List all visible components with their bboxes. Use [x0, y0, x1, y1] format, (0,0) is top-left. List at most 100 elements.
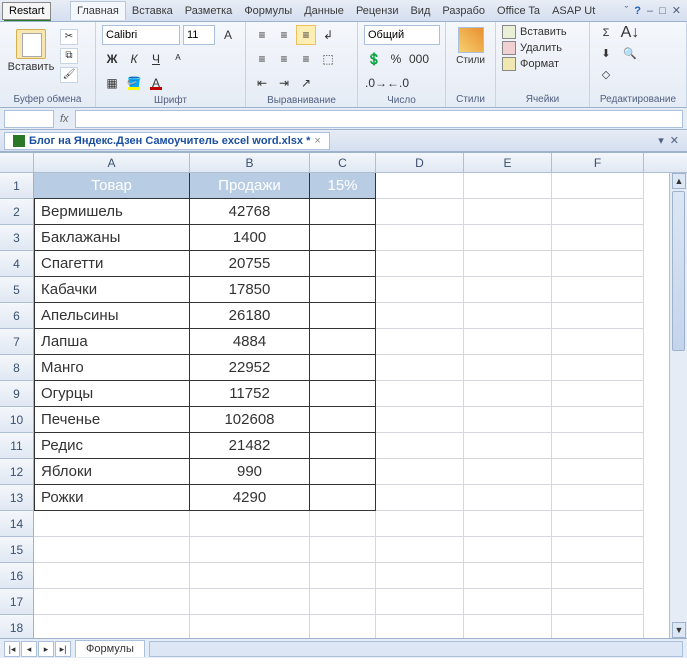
align-bottom-icon[interactable]: ≡: [296, 25, 316, 45]
cell[interactable]: [552, 563, 644, 589]
insert-cells-button[interactable]: Вставить: [502, 25, 567, 39]
cell[interactable]: Товар: [34, 173, 190, 199]
font-name-select[interactable]: [102, 25, 180, 45]
cell[interactable]: [376, 459, 464, 485]
font-color-button[interactable]: A: [146, 73, 166, 93]
sheet-nav-first-icon[interactable]: |◂: [4, 641, 20, 657]
select-all-corner[interactable]: [0, 153, 34, 172]
format-cells-button[interactable]: Формат: [502, 57, 567, 71]
name-box[interactable]: [4, 110, 54, 128]
cell[interactable]: [464, 511, 552, 537]
row-header[interactable]: 12: [0, 459, 34, 485]
cell[interactable]: [552, 277, 644, 303]
cell[interactable]: Кабачки: [34, 277, 190, 303]
percent-icon[interactable]: %: [386, 49, 406, 69]
cell[interactable]: [310, 329, 376, 355]
cell[interactable]: [310, 589, 376, 615]
collapse-ribbon-icon[interactable]: ˇ: [625, 5, 629, 17]
cell[interactable]: [464, 615, 552, 638]
cell[interactable]: [190, 511, 310, 537]
styles-button[interactable]: Стили: [452, 25, 489, 92]
cell[interactable]: [376, 511, 464, 537]
cell[interactable]: 21482: [190, 433, 310, 459]
increase-decimal-icon[interactable]: .0→: [364, 73, 384, 93]
window-restore-icon[interactable]: □: [659, 5, 666, 17]
cell[interactable]: [464, 381, 552, 407]
row-header[interactable]: 7: [0, 329, 34, 355]
cell[interactable]: [34, 537, 190, 563]
row-header[interactable]: 4: [0, 251, 34, 277]
cell[interactable]: [552, 173, 644, 199]
tab-formulas[interactable]: Формулы: [238, 2, 298, 20]
cell[interactable]: [310, 407, 376, 433]
cell[interactable]: Лапша: [34, 329, 190, 355]
cell[interactable]: 26180: [190, 303, 310, 329]
italic-button[interactable]: К: [124, 49, 144, 69]
cell[interactable]: [552, 615, 644, 638]
autosum-icon[interactable]: Σ: [596, 25, 616, 43]
cell[interactable]: Яблоки: [34, 459, 190, 485]
cell[interactable]: [310, 511, 376, 537]
scroll-up-arrow[interactable]: ▲: [672, 173, 686, 189]
document-tab[interactable]: Блог на Яндекс.Дзен Самоучитель excel wo…: [4, 132, 330, 150]
copy-icon[interactable]: ⧉: [60, 48, 78, 64]
cell[interactable]: Печенье: [34, 407, 190, 433]
cell[interactable]: 17850: [190, 277, 310, 303]
cell[interactable]: 990: [190, 459, 310, 485]
fill-icon[interactable]: ⬇: [596, 46, 616, 64]
tab-insert[interactable]: Вставка: [126, 2, 179, 20]
comma-icon[interactable]: 000: [408, 49, 428, 69]
cell[interactable]: [310, 563, 376, 589]
cell[interactable]: [310, 199, 376, 225]
cell[interactable]: [376, 225, 464, 251]
row-header[interactable]: 13: [0, 485, 34, 511]
cell[interactable]: 20755: [190, 251, 310, 277]
tab-data[interactable]: Данные: [298, 2, 350, 20]
align-right-icon[interactable]: ≡: [296, 49, 316, 69]
cell[interactable]: [552, 511, 644, 537]
cell[interactable]: [376, 303, 464, 329]
tab-review[interactable]: Рецензи: [350, 2, 405, 20]
tab-office[interactable]: Office Ta: [491, 2, 546, 20]
cell[interactable]: Огурцы: [34, 381, 190, 407]
paste-button[interactable]: Вставить: [6, 25, 56, 92]
row-header[interactable]: 2: [0, 199, 34, 225]
cell[interactable]: [34, 563, 190, 589]
clear-icon[interactable]: ◇: [596, 67, 616, 85]
cell[interactable]: [552, 225, 644, 251]
row-header[interactable]: 11: [0, 433, 34, 459]
cell[interactable]: [552, 303, 644, 329]
cut-icon[interactable]: ✂: [60, 29, 78, 45]
decrease-indent-icon[interactable]: ⇤: [252, 73, 272, 93]
cell[interactable]: [190, 537, 310, 563]
cell[interactable]: [376, 251, 464, 277]
cell[interactable]: [464, 355, 552, 381]
formula-input[interactable]: [75, 110, 683, 128]
align-middle-icon[interactable]: ≡: [274, 25, 294, 45]
sheet-tab[interactable]: Формулы: [75, 640, 145, 657]
cell[interactable]: [464, 277, 552, 303]
cell[interactable]: [310, 615, 376, 638]
column-header-f[interactable]: F: [552, 153, 644, 172]
cell[interactable]: [376, 589, 464, 615]
cell[interactable]: [190, 589, 310, 615]
cell[interactable]: [310, 381, 376, 407]
tab-developer[interactable]: Разрабо: [436, 2, 491, 20]
row-header[interactable]: 5: [0, 277, 34, 303]
align-top-icon[interactable]: ≡: [252, 25, 272, 45]
cell[interactable]: [552, 459, 644, 485]
row-header[interactable]: 16: [0, 563, 34, 589]
cell[interactable]: [310, 355, 376, 381]
row-header[interactable]: 1: [0, 173, 34, 199]
cell[interactable]: [190, 615, 310, 638]
decrease-decimal-icon[interactable]: ←.0: [386, 73, 406, 93]
vertical-scrollbar[interactable]: ▲ ▼: [669, 173, 687, 638]
cell[interactable]: [376, 329, 464, 355]
sort-filter-icon[interactable]: A↓: [620, 25, 640, 43]
cell[interactable]: [464, 589, 552, 615]
cell[interactable]: [464, 329, 552, 355]
cell[interactable]: [310, 277, 376, 303]
cell[interactable]: 11752: [190, 381, 310, 407]
cell[interactable]: [310, 433, 376, 459]
find-icon[interactable]: 🔍: [620, 46, 640, 64]
